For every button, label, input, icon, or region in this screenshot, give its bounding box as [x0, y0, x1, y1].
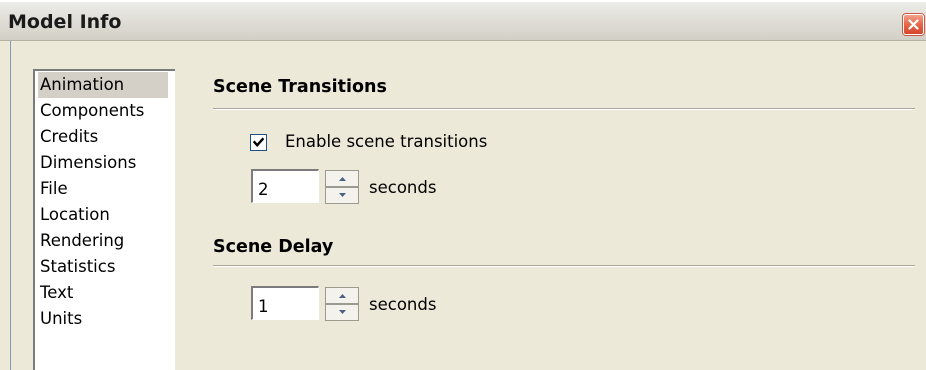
list-item-location[interactable]: Location [38, 202, 112, 228]
list-item-components[interactable]: Components [38, 98, 146, 124]
close-icon [908, 19, 919, 30]
model-info-dialog: Model Info Animation Components Credits … [0, 0, 926, 370]
enable-scene-transitions-label[interactable]: Enable scene transitions [285, 132, 487, 151]
scene-transitions-heading: Scene Transitions [213, 77, 387, 97]
list-item-statistics[interactable]: Statistics [38, 254, 117, 280]
transition-seconds-decrement-button[interactable] [325, 187, 359, 204]
window-title: Model Info [8, 11, 122, 33]
chevron-up-icon [339, 177, 346, 181]
transition-seconds-input[interactable] [251, 169, 319, 203]
chevron-up-icon [339, 294, 346, 298]
delay-seconds-increment-button[interactable] [325, 287, 359, 304]
transition-seconds-increment-button[interactable] [325, 170, 359, 187]
list-item-units[interactable]: Units [38, 306, 84, 332]
scene-delay-divider [213, 265, 915, 267]
chevron-down-icon [339, 193, 346, 197]
list-item-credits[interactable]: Credits [38, 124, 100, 150]
content-frame-border [10, 41, 11, 370]
delay-seconds-spinner[interactable] [325, 287, 359, 321]
list-item-animation[interactable]: Animation [38, 72, 168, 98]
delay-seconds-decrement-button[interactable] [325, 304, 359, 321]
list-item-dimensions[interactable]: Dimensions [38, 150, 138, 176]
category-list[interactable]: Animation Components Credits Dimensions … [33, 69, 175, 370]
list-item-file[interactable]: File [38, 176, 70, 202]
transition-seconds-unit: seconds [369, 178, 437, 197]
checkmark-icon [252, 137, 265, 147]
title-bar-highlight [0, 0, 926, 2]
scene-delay-heading: Scene Delay [213, 237, 334, 257]
transition-seconds-spinner[interactable] [325, 170, 359, 204]
chevron-down-icon [339, 310, 346, 314]
delay-seconds-unit: seconds [369, 295, 437, 314]
enable-scene-transitions-checkbox[interactable] [250, 134, 267, 151]
scene-transitions-divider [213, 108, 915, 110]
delay-seconds-input[interactable] [251, 286, 319, 320]
list-item-text[interactable]: Text [38, 280, 75, 306]
list-item-rendering[interactable]: Rendering [38, 228, 126, 254]
close-button[interactable] [903, 14, 924, 35]
title-bar[interactable]: Model Info [0, 0, 926, 41]
